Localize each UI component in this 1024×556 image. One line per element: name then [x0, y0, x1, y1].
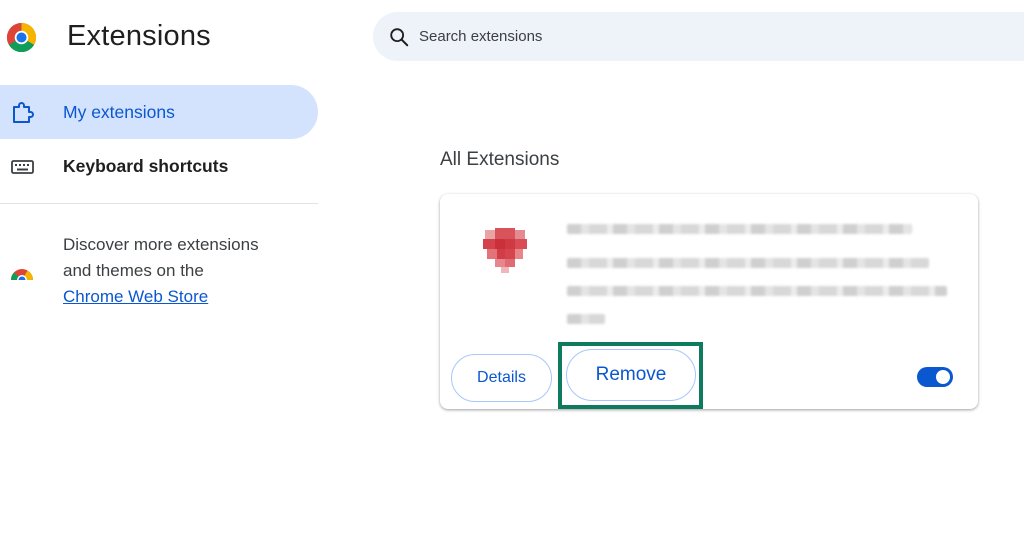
- remove-button[interactable]: Remove: [566, 349, 696, 401]
- search-input[interactable]: [419, 28, 819, 45]
- promo-line-1: Discover more extensions: [63, 235, 259, 254]
- chrome-logo-icon: [6, 22, 37, 53]
- sidebar-item-keyboard-shortcuts[interactable]: Keyboard shortcuts: [0, 139, 318, 193]
- search-bar[interactable]: [373, 12, 1024, 61]
- page-title: Extensions: [67, 20, 211, 52]
- sidebar-divider: [0, 203, 318, 204]
- extensions-page: Extensions My extensions: [0, 0, 1024, 556]
- redacted-text-line: [567, 286, 947, 296]
- search-icon[interactable]: [388, 26, 410, 48]
- promo-line-2: and themes on the: [63, 261, 204, 280]
- redacted-text-line: [567, 258, 929, 268]
- toggle-knob: [936, 370, 950, 384]
- heart-extension-icon: [477, 222, 533, 278]
- extension-enable-toggle[interactable]: [917, 367, 953, 387]
- extension-card: Details Remove: [440, 194, 978, 409]
- keyboard-icon: [10, 154, 36, 180]
- chrome-web-store-link[interactable]: Chrome Web Store: [63, 284, 313, 310]
- sidebar-item-label: My extensions: [63, 101, 175, 122]
- section-title: All Extensions: [440, 149, 560, 170]
- redacted-text-line: [567, 314, 605, 324]
- sidebar-item-my-extensions[interactable]: My extensions: [0, 85, 318, 139]
- extension-puzzle-icon: [10, 100, 36, 126]
- sidebar-item-label: Keyboard shortcuts: [63, 155, 229, 176]
- redacted-text-line: [567, 224, 912, 234]
- chrome-web-store-icon: [10, 262, 34, 285]
- web-store-promo: Discover more extensions and themes on t…: [63, 232, 313, 310]
- details-button[interactable]: Details: [451, 354, 552, 402]
